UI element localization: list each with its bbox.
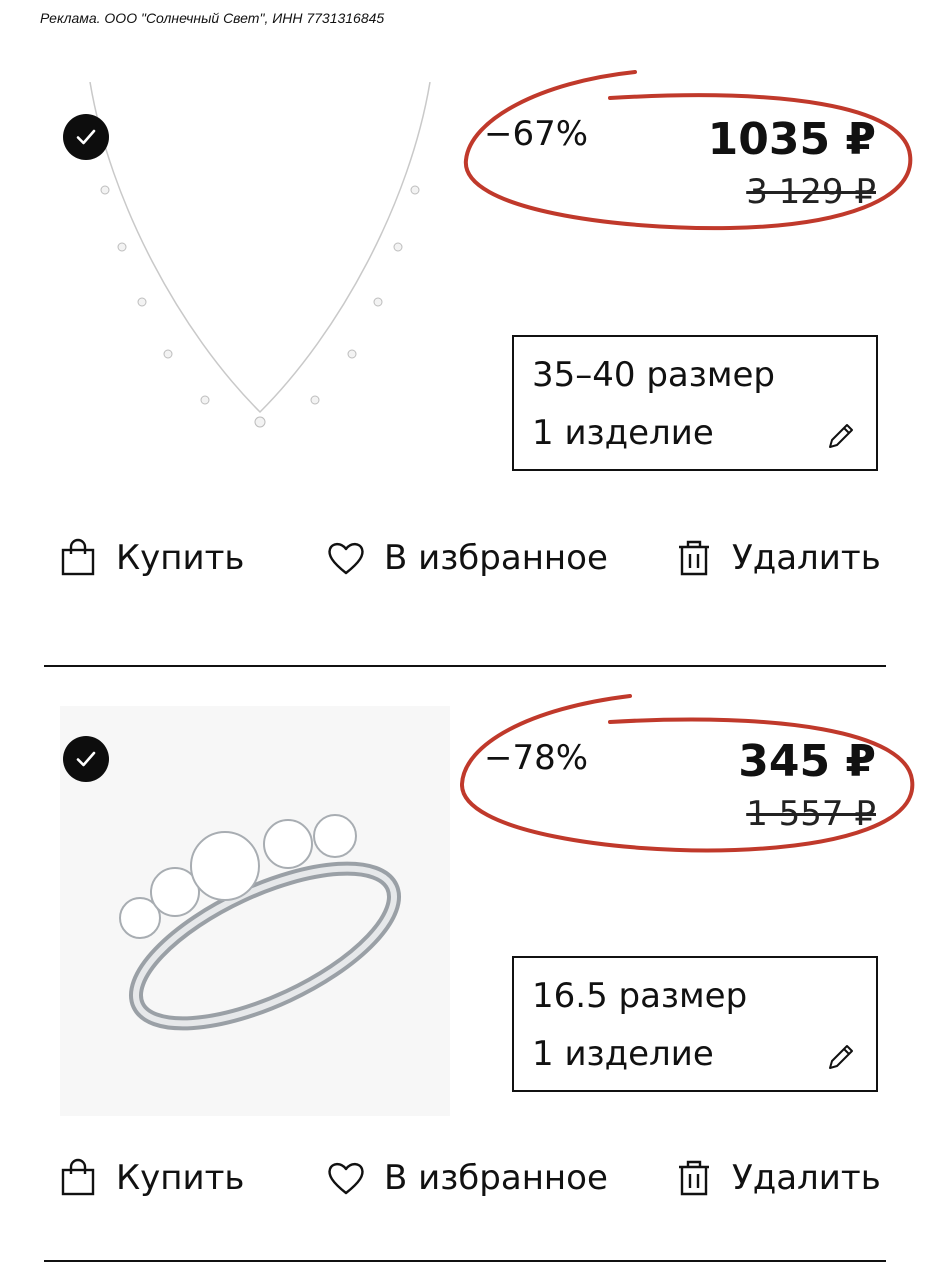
current-price: 345 ₽ <box>738 736 876 787</box>
shopping-bag-icon <box>61 1158 95 1196</box>
discount-badge: −67% <box>484 114 589 154</box>
buy-button[interactable]: Купить <box>58 528 244 588</box>
cart-item-ring: −78% 345 ₽ 1 557 ₽ 16.5 размер 1 изделие… <box>0 670 932 1270</box>
size-quantity-box[interactable]: 16.5 размер 1 изделие <box>512 956 878 1092</box>
divider <box>44 665 886 667</box>
heart-icon <box>328 1162 364 1195</box>
price-block: −78% 345 ₽ 1 557 ₽ <box>460 682 920 862</box>
size-label: 35–40 размер <box>532 355 775 395</box>
delete-button[interactable]: Удалить <box>674 528 881 588</box>
old-price: 3 129 ₽ <box>746 172 876 212</box>
quantity-label: 1 изделие <box>532 1034 714 1074</box>
trash-icon <box>679 1160 709 1196</box>
selected-check-icon[interactable] <box>63 114 109 160</box>
item-actions: Купить В избранное Удалить <box>0 528 932 588</box>
buy-label: Купить <box>116 538 245 578</box>
add-to-favorites-button[interactable]: В избранное <box>326 1148 608 1208</box>
product-image-necklace[interactable] <box>60 82 450 500</box>
delete-button[interactable]: Удалить <box>674 1148 881 1208</box>
size-quantity-box[interactable]: 35–40 размер 1 изделие <box>512 335 878 471</box>
product-image-ring[interactable] <box>60 706 450 1116</box>
pencil-icon[interactable] <box>824 1040 858 1074</box>
divider <box>44 1260 886 1262</box>
necklace-image <box>89 82 431 428</box>
quantity-label: 1 изделие <box>532 413 714 453</box>
selected-check-icon[interactable] <box>63 736 109 782</box>
item-actions: Купить В избранное Удалить <box>0 1148 932 1208</box>
delete-label: Удалить <box>732 538 881 578</box>
buy-label: Купить <box>116 1158 245 1198</box>
cart-item-necklace: −67% 1035 ₽ 3 129 ₽ 35–40 размер 1 издел… <box>0 0 932 670</box>
pencil-icon[interactable] <box>824 419 858 453</box>
add-to-favorites-button[interactable]: В избранное <box>326 528 608 588</box>
trash-icon <box>679 540 709 576</box>
favorite-label: В избранное <box>384 1158 608 1198</box>
favorite-label: В избранное <box>384 538 608 578</box>
delete-label: Удалить <box>732 1158 881 1198</box>
heart-icon <box>328 542 364 575</box>
current-price: 1035 ₽ <box>707 114 876 165</box>
size-label: 16.5 размер <box>532 976 748 1016</box>
discount-badge: −78% <box>484 738 589 778</box>
price-block: −67% 1035 ₽ 3 129 ₽ <box>460 60 920 240</box>
buy-button[interactable]: Купить <box>58 1148 244 1208</box>
old-price: 1 557 ₽ <box>746 794 876 834</box>
shopping-bag-icon <box>61 538 95 576</box>
ring-image <box>119 814 401 1031</box>
